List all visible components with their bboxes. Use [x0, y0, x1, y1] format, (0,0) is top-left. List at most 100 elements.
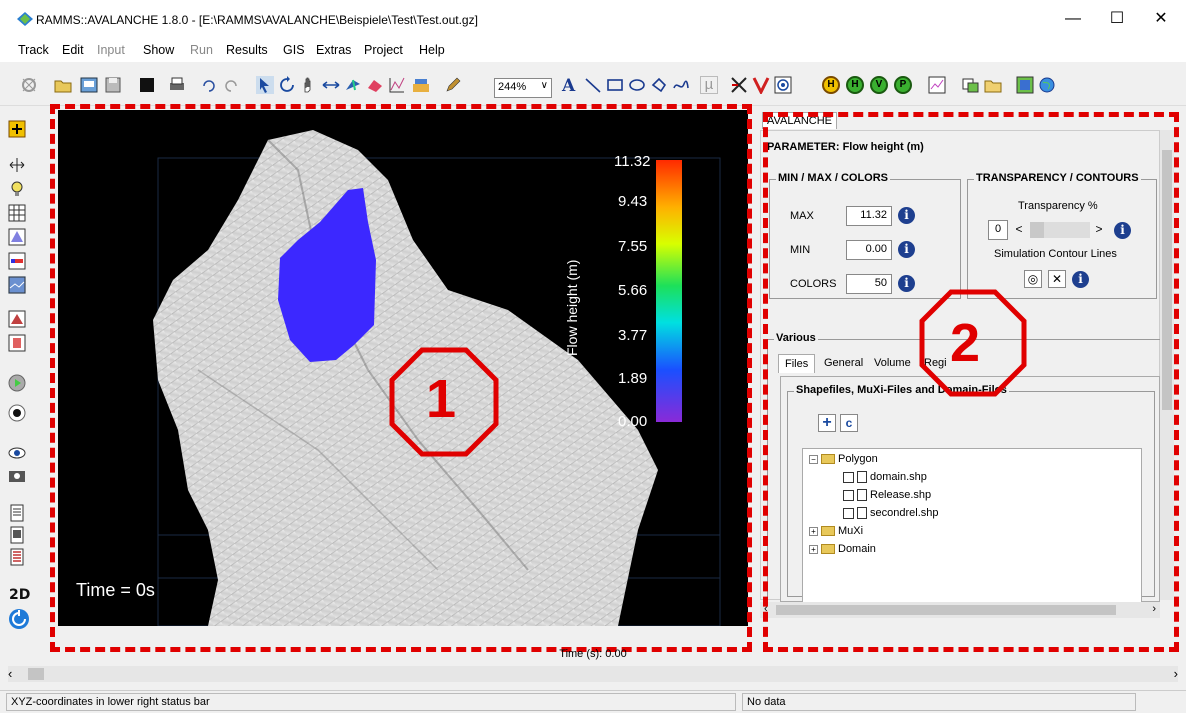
max-info-icon[interactable]: i [898, 207, 915, 224]
scissors-icon[interactable] [20, 76, 38, 94]
menu-track[interactable]: Track [18, 43, 49, 57]
graph-icon[interactable] [928, 76, 946, 94]
lambda-tool-icon[interactable]: µ [700, 76, 718, 94]
collapse-icon[interactable]: − [809, 454, 818, 464]
transparency-slider[interactable] [1030, 222, 1090, 238]
freehand-tool-icon[interactable] [672, 76, 690, 94]
scroll-thumb[interactable] [776, 605, 1116, 615]
avalanche-icon[interactable] [8, 334, 26, 352]
switch-icon[interactable]: 2D [8, 584, 30, 602]
min-info-icon[interactable]: i [898, 241, 915, 258]
open-folder-icon[interactable] [54, 76, 72, 94]
minimize-button[interactable]: — [1058, 8, 1088, 30]
lightbulb-icon[interactable] [8, 180, 26, 198]
checkbox[interactable] [843, 507, 854, 519]
grid-icon[interactable] [8, 204, 26, 222]
transparency-info-icon[interactable]: i [1114, 222, 1131, 239]
color-scale-icon[interactable] [8, 252, 26, 270]
contour-remove-icon[interactable]: ✕ [1048, 270, 1066, 288]
eye-icon[interactable] [8, 444, 26, 462]
menu-run[interactable]: Run [190, 43, 213, 57]
contour-info-icon[interactable]: i [1072, 271, 1089, 288]
record-icon[interactable] [8, 404, 26, 422]
max-field[interactable]: 11.32 [846, 206, 892, 226]
increase-icon[interactable]: > [1090, 221, 1108, 239]
contour-target-icon[interactable] [774, 76, 792, 94]
polygon-tool-icon[interactable] [650, 76, 668, 94]
scroll-right-icon[interactable]: › [1152, 603, 1156, 615]
p-button[interactable]: P [894, 76, 912, 94]
map-view-icon[interactable] [1016, 76, 1034, 94]
play-icon[interactable] [8, 374, 26, 392]
chart-icon[interactable] [388, 76, 406, 94]
tab-general[interactable]: General [818, 354, 869, 372]
fly-icon[interactable] [344, 76, 362, 94]
report-icon[interactable] [8, 526, 26, 544]
colors-info-icon[interactable]: i [898, 275, 915, 292]
line-tool-icon[interactable] [584, 76, 602, 94]
scroll-thumb[interactable] [1162, 150, 1172, 410]
menu-project[interactable]: Project [364, 43, 403, 57]
menu-help[interactable]: Help [419, 43, 445, 57]
menu-input[interactable]: Input [97, 43, 125, 57]
document-icon[interactable] [8, 504, 26, 522]
save-icon[interactable] [104, 76, 122, 94]
rectangle-tool-icon[interactable] [606, 76, 624, 94]
print-icon[interactable] [168, 76, 186, 94]
h-button-1[interactable]: H [822, 76, 840, 94]
ellipse-tool-icon[interactable] [628, 76, 646, 94]
tree-node-file[interactable]: secondrel.shp [843, 507, 939, 520]
min-field[interactable]: 0.00 [846, 240, 892, 260]
colors-field[interactable]: 50 [846, 274, 892, 294]
main-horizontal-scrollbar[interactable]: ‹ › [8, 666, 1178, 682]
transparency-value[interactable]: 0 [988, 220, 1008, 240]
add-file-icon[interactable]: + [818, 414, 836, 432]
tab-volume[interactable]: Volume [868, 354, 917, 372]
terrain-view-icon[interactable] [8, 276, 26, 294]
slider-thumb[interactable] [1030, 222, 1044, 238]
decrease-icon[interactable]: < [1010, 221, 1028, 239]
checkbox[interactable] [843, 489, 854, 501]
horizontal-arrows-icon[interactable] [322, 76, 340, 94]
panel-horizontal-scrollbar[interactable]: ‹ › [760, 602, 1160, 618]
add-icon[interactable] [8, 120, 26, 138]
shaded-relief-icon[interactable] [8, 228, 26, 246]
tree-node-muxi[interactable]: + MuXi [809, 525, 863, 537]
scroll-right-icon[interactable]: › [1174, 666, 1178, 681]
refresh-icon[interactable] [8, 608, 30, 630]
scroll-thumb[interactable] [28, 668, 44, 680]
menu-show[interactable]: Show [143, 43, 174, 57]
camera-icon[interactable] [8, 466, 26, 484]
folder-icon[interactable] [984, 76, 1002, 94]
tab-files[interactable]: Files [778, 354, 816, 373]
expand-icon[interactable]: + [809, 544, 818, 554]
text-tool-icon[interactable]: A [562, 76, 580, 96]
black-square-icon[interactable] [138, 76, 156, 94]
contour-show-icon[interactable]: ◎ [1024, 270, 1042, 288]
tab-avalanche[interactable]: AVALANCHE [762, 112, 838, 129]
expand-icon[interactable]: + [809, 526, 818, 536]
redo-icon[interactable] [222, 76, 240, 94]
profile-icon[interactable] [366, 76, 384, 94]
menu-gis[interactable]: GIS [283, 43, 305, 57]
pen-icon[interactable] [444, 76, 462, 94]
tree-node-file[interactable]: Release.shp [843, 489, 931, 502]
tree-node-domain[interactable]: + Domain [809, 543, 876, 555]
panel-vertical-scrollbar[interactable] [1160, 130, 1174, 600]
reload-icon[interactable]: c [840, 414, 858, 432]
zoom-select[interactable]: 244% ∨ [494, 78, 552, 98]
menu-edit[interactable]: Edit [62, 43, 84, 57]
scroll-left-icon[interactable]: ‹ [764, 603, 768, 615]
tree-node-file[interactable]: domain.shp [843, 471, 927, 484]
tree-node-polygon[interactable]: − Polygon [809, 453, 878, 465]
cross-marker-icon[interactable] [730, 76, 748, 94]
menu-results[interactable]: Results [226, 43, 268, 57]
scroll-left-icon[interactable]: ‹ [8, 666, 12, 681]
layers-icon[interactable] [962, 76, 980, 94]
menu-extras[interactable]: Extras [316, 43, 351, 57]
close-button[interactable]: ✕ [1146, 8, 1176, 30]
v-button[interactable]: V [870, 76, 888, 94]
open-project-icon[interactable] [80, 76, 98, 94]
h-button-2[interactable]: H [846, 76, 864, 94]
rotate-icon[interactable] [278, 76, 296, 94]
